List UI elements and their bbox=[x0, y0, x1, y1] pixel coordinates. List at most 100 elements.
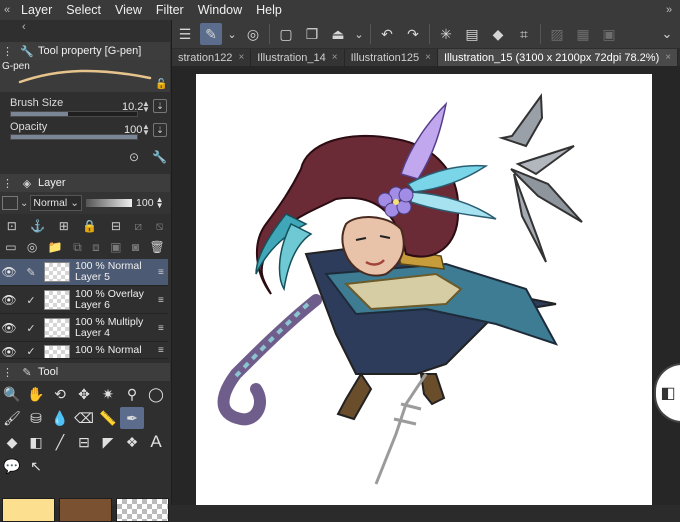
check-icon[interactable]: ✓ bbox=[18, 322, 44, 335]
tool-title-bar[interactable]: ⋮ ✎ Tool bbox=[0, 363, 170, 381]
mask-enable-icon[interactable]: ⧄ bbox=[134, 219, 142, 234]
check-icon[interactable]: ✓ bbox=[18, 294, 44, 307]
chevron-left-icon[interactable]: ‹ bbox=[22, 21, 26, 33]
chevron-down-icon[interactable]: ⌄ bbox=[226, 23, 238, 45]
pattern-tool-icon[interactable]: ❖ bbox=[120, 431, 144, 453]
line-tool-icon[interactable]: ╱ bbox=[48, 431, 72, 453]
menu-window[interactable]: Window bbox=[191, 3, 249, 17]
opacity-dropdown-icon[interactable]: ⇣ bbox=[153, 123, 167, 137]
new-vector-layer-icon[interactable]: ◎ bbox=[27, 240, 37, 254]
balloon-tool-icon[interactable]: 💬 bbox=[0, 455, 24, 477]
layer-menu-icon[interactable]: ≡ bbox=[158, 323, 168, 334]
layer-row[interactable]: 👁 ✎ 100 % Normal Layer 5 ≡ bbox=[0, 259, 168, 286]
chevron-down-icon[interactable]: ⌄ bbox=[656, 23, 678, 45]
tab-illustration15[interactable]: Illustration_15 (3100 x 2100px 72dpi 78.… bbox=[437, 49, 679, 66]
undo-icon[interactable]: ↶ bbox=[376, 23, 398, 45]
move-tool-icon[interactable]: ✥ bbox=[72, 383, 96, 405]
create-mask-icon[interactable]: ▣ bbox=[110, 240, 121, 254]
layer-opacity-spinner[interactable]: ▲ ▼ bbox=[156, 196, 164, 210]
frame-icon[interactable]: ▣ bbox=[598, 23, 620, 45]
panel-collapse-handle[interactable]: ◧ bbox=[654, 363, 680, 423]
layer-row[interactable]: 👁 ✓ 100 % Normal ≡ bbox=[0, 343, 168, 359]
crop-icon[interactable]: ▨ bbox=[546, 23, 568, 45]
fill-bucket-icon[interactable]: ◆ bbox=[0, 431, 24, 453]
sub-color-swatch[interactable] bbox=[59, 498, 112, 522]
merge-layer-icon[interactable]: ⧈ bbox=[92, 240, 100, 255]
transfer-down-icon[interactable]: ⧉ bbox=[73, 240, 82, 255]
rotate-tool-icon[interactable]: ⟲ bbox=[48, 383, 72, 405]
tab-illustration14[interactable]: Illustration_14 × bbox=[251, 49, 345, 66]
menu-filter[interactable]: Filter bbox=[149, 3, 191, 17]
brush-size-spinner[interactable]: ▲ ▼ bbox=[141, 100, 151, 114]
check-icon[interactable]: ✓ bbox=[18, 345, 44, 358]
grid-icon[interactable]: ▦ bbox=[572, 23, 594, 45]
eye-icon[interactable]: 👁 bbox=[0, 345, 18, 358]
clip-icon[interactable]: ⊡ bbox=[7, 219, 17, 233]
chevron-down-icon[interactable]: ⌄ bbox=[20, 198, 28, 209]
transform-icon[interactable]: ⌗ bbox=[513, 23, 535, 45]
copy-icon[interactable]: ❐ bbox=[301, 23, 323, 45]
pen-edit-icon[interactable]: ✎ bbox=[18, 266, 44, 279]
close-icon[interactable]: × bbox=[425, 52, 431, 63]
layer-row[interactable]: 👁 ✓ 100 % Multiply Layer 4 ≡ bbox=[0, 315, 168, 342]
canvas-area[interactable]: ◧ bbox=[172, 66, 680, 505]
new-layer-icon[interactable]: ▢ bbox=[275, 23, 297, 45]
pen-tool-icon[interactable]: 🖌 bbox=[0, 407, 24, 429]
eye-icon[interactable]: 👁 bbox=[0, 293, 18, 307]
lock-transparent-icon[interactable]: ⊟ bbox=[111, 219, 121, 233]
fill-icon[interactable]: ⏏ bbox=[327, 23, 349, 45]
menu-view[interactable]: View bbox=[108, 3, 149, 17]
chevron-down-icon[interactable]: ⌄ bbox=[353, 23, 365, 45]
mask-range-icon[interactable]: ⧅ bbox=[156, 219, 164, 234]
menu-select[interactable]: Select bbox=[59, 3, 108, 17]
reference-icon[interactable]: ⚓ bbox=[30, 219, 45, 233]
close-icon[interactable]: × bbox=[238, 52, 244, 63]
menu-layer[interactable]: Layer bbox=[14, 3, 59, 17]
lock-icon[interactable]: 🔓 bbox=[155, 79, 167, 90]
double-chevron-left-icon[interactable]: « bbox=[0, 4, 14, 16]
zoom-tool-icon[interactable]: 🔍 bbox=[0, 383, 24, 405]
eraser-icon[interactable]: ⌫ bbox=[72, 407, 96, 429]
menu-help[interactable]: Help bbox=[249, 3, 289, 17]
settings-circle-icon[interactable]: ⊙ bbox=[129, 150, 139, 164]
blend-tool-icon[interactable]: 💧 bbox=[48, 407, 72, 429]
pen-tool-icon[interactable]: ✎ bbox=[200, 23, 222, 45]
text-tool-icon[interactable]: A bbox=[144, 431, 168, 453]
tool-property-title-bar[interactable]: ⋮ 🔧 Tool property [G-pen] bbox=[0, 42, 170, 60]
tab-illustration125[interactable]: Illustration125 × bbox=[344, 49, 438, 66]
layer-menu-icon[interactable]: ≡ bbox=[158, 345, 168, 356]
layer-opacity-value[interactable]: 100 bbox=[136, 197, 154, 209]
new-folder-icon[interactable]: 📁 bbox=[48, 240, 63, 254]
fill-bucket-icon[interactable]: ◆ bbox=[487, 23, 509, 45]
color-swatch-icon[interactable] bbox=[2, 196, 18, 210]
layer-opacity-slider[interactable] bbox=[86, 199, 133, 207]
new-raster-layer-icon[interactable]: ▭ bbox=[5, 240, 16, 254]
draft-icon[interactable]: ⊞ bbox=[59, 219, 69, 233]
wrench-icon[interactable]: 🔧 bbox=[152, 150, 167, 164]
double-chevron-right-icon[interactable]: » bbox=[662, 4, 676, 16]
hand-tool-icon[interactable]: ✋ bbox=[24, 383, 48, 405]
brush-size-dropdown-icon[interactable]: ⇣ bbox=[153, 99, 167, 113]
blend-mode-select[interactable]: Normal ⌄ bbox=[30, 195, 83, 211]
close-icon[interactable]: × bbox=[332, 52, 338, 63]
g-pen-tool-icon[interactable]: ✒ bbox=[120, 407, 144, 429]
ruler-icon[interactable]: 📏 bbox=[96, 407, 120, 429]
clear-icon[interactable]: ▤ bbox=[461, 23, 483, 45]
apply-mask-icon[interactable]: ◙ bbox=[132, 240, 139, 254]
layer-row[interactable]: 👁 ✓ 100 % Overlay Layer 6 ≡ bbox=[0, 287, 168, 314]
transparent-color-swatch[interactable] bbox=[116, 498, 169, 522]
layer-title-bar[interactable]: ⋮ ◈ Layer bbox=[0, 174, 170, 192]
brush-preview[interactable]: G-pen 🔓 bbox=[0, 60, 170, 92]
gradient-icon[interactable]: ◧ bbox=[24, 431, 48, 453]
frame-border-icon[interactable]: ⊟ bbox=[72, 431, 96, 453]
canvas-paper[interactable] bbox=[196, 74, 652, 505]
lock-icon[interactable]: 🔒 bbox=[82, 219, 97, 233]
magic-wand-icon[interactable]: ✷ bbox=[96, 383, 120, 405]
lasso-icon[interactable]: ◯ bbox=[144, 383, 168, 405]
brush-size-slider[interactable] bbox=[10, 111, 138, 117]
shape-tool-icon[interactable]: ◤ bbox=[96, 431, 120, 453]
operation-tool-icon[interactable]: ↖ bbox=[24, 455, 48, 477]
loading-icon[interactable]: ✳ bbox=[435, 23, 457, 45]
opacity-value[interactable]: 100 bbox=[124, 124, 142, 136]
menu-icon[interactable]: ☰ bbox=[174, 23, 196, 45]
